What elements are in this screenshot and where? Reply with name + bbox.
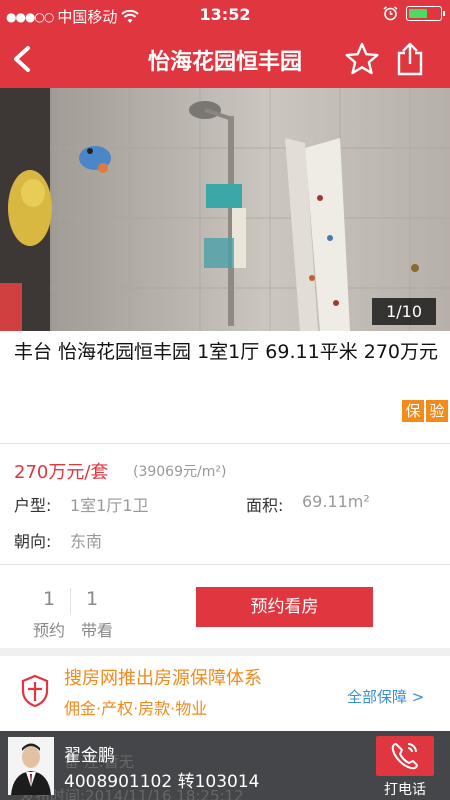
shield-icon — [21, 674, 49, 708]
agent-avatar — [8, 737, 54, 795]
orientation-value: 东南 — [70, 532, 103, 551]
layout-label: 户型: — [14, 496, 52, 515]
insured-badge: 保 — [402, 400, 424, 422]
battery-level — [409, 9, 427, 18]
divider — [0, 564, 450, 565]
book-viewing-button[interactable]: 预约看房 — [196, 587, 373, 627]
count-separator — [70, 588, 71, 614]
agent-contact-bar: 备 注:暂无 发布时间:2014/11/16 18:25:12 翟金鹏 4008… — [0, 731, 450, 800]
alarm-icon — [383, 6, 398, 21]
share-icon[interactable] — [394, 41, 426, 77]
viewed-label: 带看 — [80, 621, 113, 640]
section-gap — [0, 648, 450, 656]
page-title: 怡海花园恒丰园 — [147, 50, 302, 75]
status-right — [383, 6, 445, 21]
booked-count: 1 — [42, 588, 56, 610]
favorite-star-icon[interactable] — [344, 41, 380, 77]
photo-counter: 1/10 — [372, 298, 436, 325]
bathroom-photo-image — [0, 88, 450, 331]
nav-bar: 怡海花园恒丰园 — [0, 30, 450, 88]
agent-phone: 4008901102 转103014 — [64, 772, 260, 792]
guarantee-title[interactable]: 搜房网推出房源保障体系 — [64, 664, 262, 690]
area-value: 69.11m² — [302, 492, 370, 511]
total-price: 270万元/套 — [14, 462, 109, 483]
agent-name: 翟金鹏 — [64, 746, 115, 766]
verified-badge: 验 — [426, 400, 448, 422]
viewed-count: 1 — [85, 588, 99, 610]
unit-price: (39069元/m²) — [133, 464, 227, 480]
status-bar: ●●●○○ 中国移动 13:52 — [0, 0, 450, 30]
agent-photo-image — [8, 737, 54, 795]
call-button[interactable] — [376, 736, 434, 776]
all-guarantees-link[interactable]: 全部保障 > — [347, 686, 424, 707]
listing-photo[interactable]: 1/10 — [0, 88, 450, 331]
booked-label: 预约 — [32, 621, 65, 640]
battery-icon — [406, 6, 445, 21]
insurance-tags: 保 验 — [402, 400, 448, 422]
phone-icon — [391, 743, 418, 770]
area-label: 面积: — [246, 496, 284, 515]
layout-value: 1室1厅1卫 — [70, 496, 149, 515]
call-label[interactable]: 打电话 — [371, 779, 439, 799]
orientation-label: 朝向: — [14, 532, 52, 551]
divider — [0, 443, 450, 444]
guarantee-subtitle: 佣金·产权·房款·物业 — [64, 699, 208, 718]
listing-title: 丰台 怡海花园恒丰园 1室1厅 69.11平米 270万元 — [14, 341, 438, 363]
